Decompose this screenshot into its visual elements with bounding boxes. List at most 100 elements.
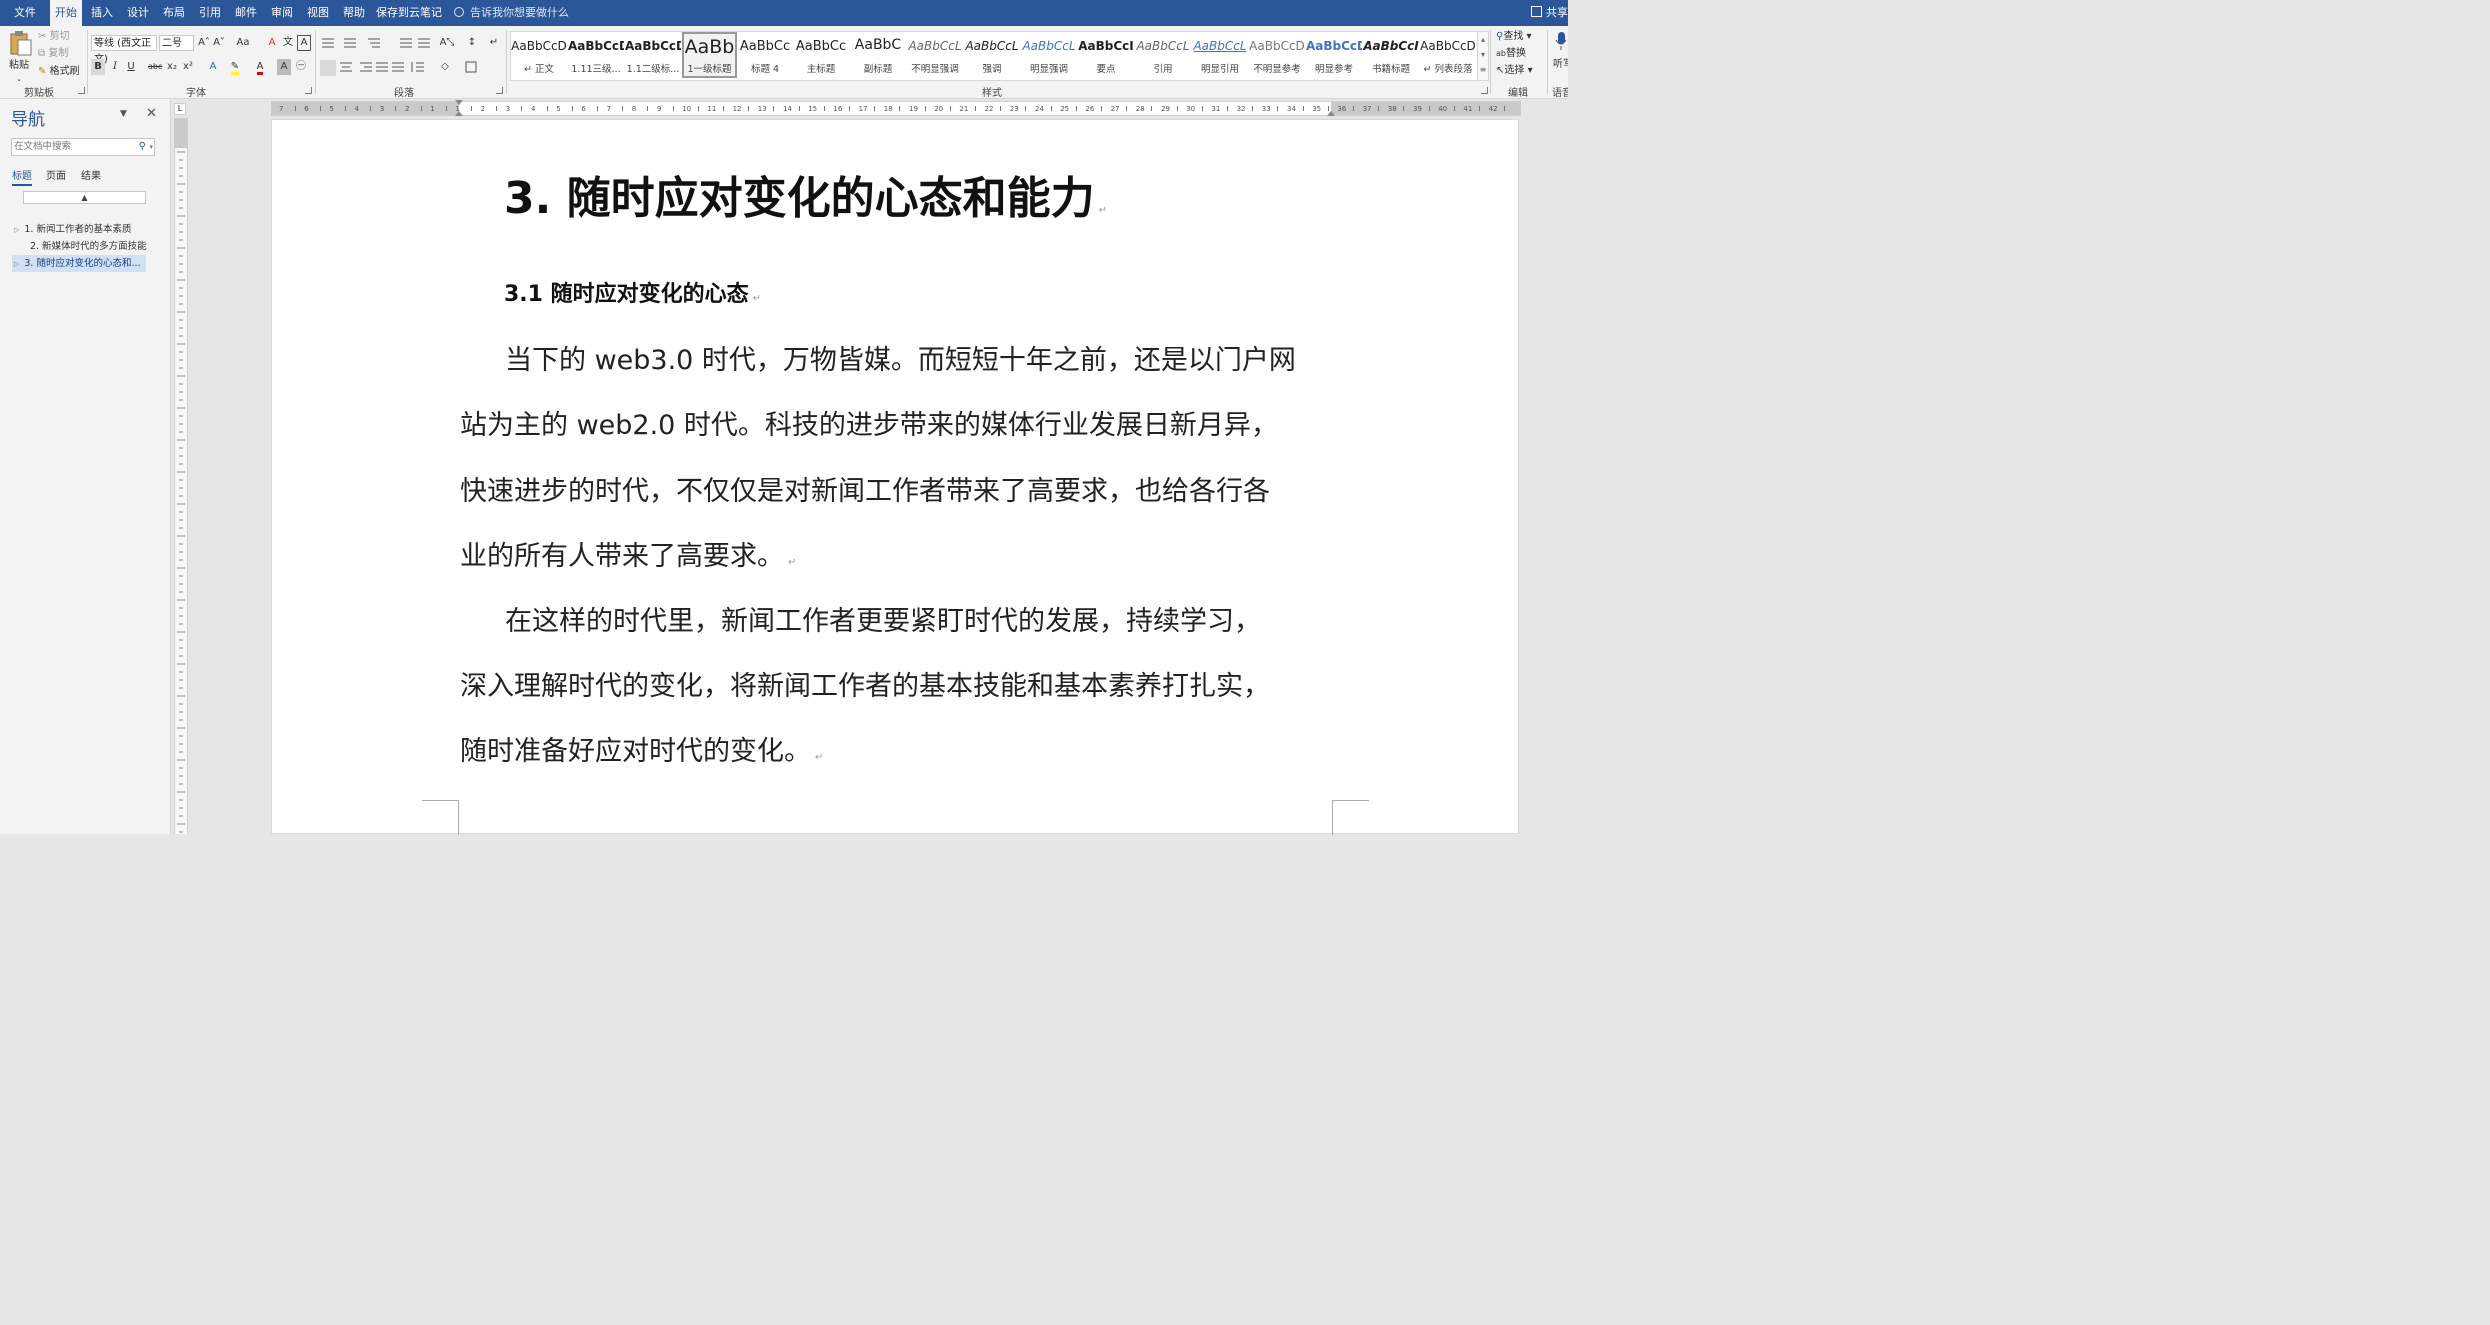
sort-icon[interactable]: ↕ <box>464 35 480 51</box>
gallery-more-icon[interactable]: ≡ <box>1478 62 1488 77</box>
shrink-font-button[interactable]: A˅ <box>212 35 226 51</box>
styles-dialog-launcher-icon[interactable] <box>1481 87 1488 94</box>
body-text-line[interactable]: 在这样的时代里，新闻工作者更要紧盯时代的发展，持续学习， <box>505 599 1261 638</box>
body-text-line[interactable]: 业的所有人带来了高要求。 ↵ <box>460 534 796 573</box>
tab-insert[interactable]: 插入 <box>86 0 118 26</box>
hanging-indent-marker[interactable] <box>455 111 463 116</box>
style-emphasis[interactable]: AaBbCcL 强调 <box>964 32 1020 78</box>
tab-layout[interactable]: 布局 <box>158 0 190 26</box>
tab-pages[interactable]: 页面 <box>46 167 66 182</box>
body-text-line[interactable]: 站为主的 web2.0 时代。科技的进步带来的媒体行业发展日新月异， <box>460 403 1278 442</box>
share-button[interactable]: 共享 <box>1531 0 1568 26</box>
tab-home[interactable]: 开始 <box>50 0 82 26</box>
replace-button[interactable]: ab替换 <box>1496 46 1542 62</box>
font-size-select[interactable]: 二号 <box>159 35 194 51</box>
shading-icon[interactable]: ◇ <box>436 59 454 75</box>
show-paragraph-marks-icon[interactable]: ↵ <box>486 35 502 51</box>
body-text-line[interactable]: 快速进步的时代，不仅仅是对新闻工作者带来了高要求，也给各行各 <box>460 469 1270 508</box>
format-painter-button[interactable]: ✎ 格式刷 <box>38 64 84 80</box>
font-dialog-launcher-icon[interactable] <box>305 87 312 94</box>
distributed-icon[interactable] <box>390 60 406 76</box>
style-subtle-reference[interactable]: AaBbCcD 不明显参考 <box>1249 32 1305 78</box>
dictate-button[interactable]: 听写 <box>1551 29 1568 79</box>
paste-button[interactable]: 粘贴 ⌄ <box>6 29 34 83</box>
tab-view[interactable]: 视图 <box>302 0 334 26</box>
grow-font-button[interactable]: A˄ <box>197 35 211 51</box>
tab-selector[interactable]: L <box>174 103 186 115</box>
increase-indent-icon[interactable] <box>416 36 432 52</box>
expand-icon[interactable]: ▷ <box>14 260 19 268</box>
collapse-all-button[interactable]: ▲ <box>23 191 146 204</box>
tab-references[interactable]: 引用 <box>194 0 226 26</box>
phonetic-guide-button[interactable]: 文 <box>281 35 295 51</box>
tab-review[interactable]: 审阅 <box>266 0 298 26</box>
scroll-up-icon[interactable]: ▴ <box>1478 32 1488 47</box>
horizontal-ruler[interactable]: 7 6 5 4 3 2 1 1 2 3 4 5 6 7 8 9 10 11 12 13 14 15 16 17 18 19 20 21… <box>271 100 1521 116</box>
search-icon[interactable]: ⚲ <box>139 139 146 155</box>
align-center-icon[interactable] <box>338 60 354 76</box>
change-case-button[interactable]: Aa <box>233 35 253 51</box>
expand-icon[interactable]: ▷ <box>14 226 19 234</box>
heading-2[interactable]: 3.1 随时应对变化的心态 ↵ <box>504 276 761 308</box>
paragraph-dialog-launcher-icon[interactable] <box>496 87 503 94</box>
cut-button[interactable]: ✂ 剪切 <box>38 29 74 45</box>
italic-button[interactable]: I <box>108 59 122 75</box>
style-book-title[interactable]: AaBbCcI 书籍标题 <box>1363 32 1419 78</box>
search-input[interactable]: 在文档中搜索 ⚲ ▾ <box>11 138 155 156</box>
bullets-icon[interactable] <box>321 36 337 52</box>
search-dropdown-icon[interactable]: ▾ <box>149 139 153 155</box>
line-spacing-icon[interactable] <box>410 60 426 76</box>
numbering-icon[interactable] <box>343 36 359 52</box>
tab-headings[interactable]: 标题 <box>12 167 32 186</box>
styles-gallery-scroll[interactable]: ▴ ▾ ≡ <box>1477 31 1489 81</box>
clear-formatting-button[interactable]: A <box>265 35 279 51</box>
style-list-paragraph[interactable]: AaBbCcD ↵ 列表段落 <box>1420 32 1476 78</box>
tab-results[interactable]: 结果 <box>81 167 101 182</box>
first-line-indent-marker[interactable] <box>455 100 463 105</box>
body-text-line[interactable]: 当下的 web3.0 时代，万物皆媒。而短短十年之前，还是以门户网 <box>505 338 1296 377</box>
superscript-button[interactable]: x² <box>181 59 195 75</box>
highlight-color-icon[interactable]: ✎ <box>226 59 244 75</box>
align-left-icon[interactable] <box>320 60 336 76</box>
character-border-button[interactable]: A <box>297 35 311 51</box>
decrease-indent-icon[interactable] <box>398 36 414 52</box>
close-icon[interactable]: ✕ <box>146 106 157 121</box>
chinese-layout-icon[interactable]: A⤡ <box>437 35 457 51</box>
underline-button[interactable]: U <box>124 59 138 75</box>
character-shading-icon[interactable]: A <box>277 59 291 75</box>
style-subtitle[interactable]: AaBbC 副标题 <box>850 32 906 78</box>
enclose-character-icon[interactable]: ㊀ <box>294 59 308 75</box>
copy-button[interactable]: ⧉ 复制 <box>38 46 74 62</box>
style-quote[interactable]: AaBbCcL 引用 <box>1135 32 1191 78</box>
nav-heading-item-selected[interactable]: ▷ 3. 随时应对变化的心态和... <box>12 255 146 272</box>
body-text-line[interactable]: 随时准备好应对时代的变化。 ↵ <box>460 729 823 768</box>
subscript-button[interactable]: x₂ <box>165 59 179 75</box>
find-button[interactable]: ⚲查找 ▾ <box>1496 29 1542 45</box>
body-text-line[interactable]: 深入理解时代的变化，将新闻工作者的基本技能和基本素养打扎实， <box>460 664 1270 703</box>
style-strong[interactable]: AaBbCcI 要点 <box>1078 32 1134 78</box>
right-indent-marker[interactable] <box>1327 111 1335 116</box>
justify-icon[interactable] <box>374 60 390 76</box>
nav-heading-item[interactable]: 2. 新媒体时代的多方面技能 <box>14 238 154 255</box>
bold-button[interactable]: B <box>91 59 105 75</box>
style-intense-quote[interactable]: AaBbCcL 明显引用 <box>1192 32 1248 78</box>
font-color-icon[interactable]: A <box>251 59 269 75</box>
tab-help[interactable]: 帮助 <box>338 0 370 26</box>
tab-mailings[interactable]: 邮件 <box>230 0 262 26</box>
tab-file[interactable]: 文件 <box>6 0 44 26</box>
borders-icon[interactable] <box>464 60 480 76</box>
style-heading-2-custom[interactable]: AaBbCcD 1.1二级标... <box>625 32 681 78</box>
style-subtle-emphasis[interactable]: AaBbCcL 不明显强调 <box>907 32 963 78</box>
text-effects-icon[interactable]: A <box>204 59 222 75</box>
nav-heading-item[interactable]: ▷ 1. 新闻工作者的基本素质 <box>14 221 154 238</box>
select-button[interactable]: ↖选择 ▾ <box>1496 63 1542 79</box>
heading-1[interactable]: 3. 随时应对变化的心态和能力 ↵ <box>504 162 1107 226</box>
style-heading-3-custom[interactable]: AaBbCcD 1.11三级... <box>568 32 624 78</box>
style-intense-reference[interactable]: AaBbCcD 明显参考 <box>1306 32 1362 78</box>
scroll-down-icon[interactable]: ▾ <box>1478 47 1488 62</box>
align-right-icon[interactable] <box>358 60 374 76</box>
font-name-select[interactable]: 等线 (西文正文) <box>91 35 157 65</box>
style-intense-emphasis[interactable]: AaBbCcL 明显强调 <box>1021 32 1077 78</box>
strikethrough-button[interactable]: abc <box>148 59 162 75</box>
multilevel-list-icon[interactable] <box>367 36 383 52</box>
